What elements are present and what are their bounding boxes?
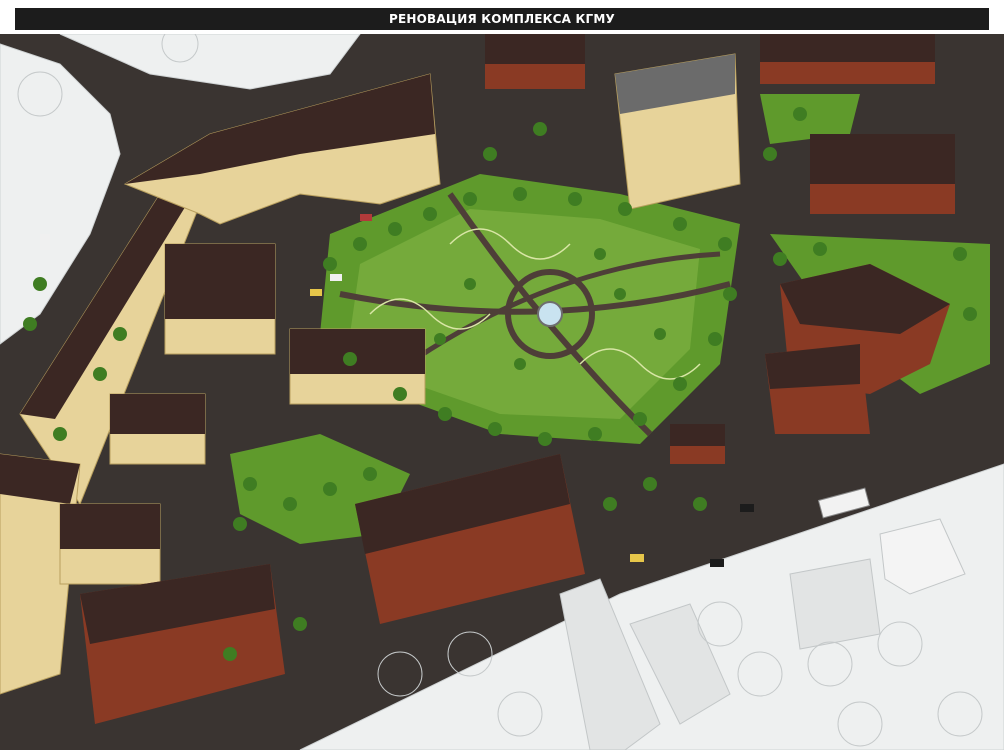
fountain-icon bbox=[537, 301, 563, 327]
tower-building bbox=[614, 53, 741, 210]
page-title: РЕНОВАЦИЯ КОМПЛЕКСА КГМУ bbox=[15, 8, 989, 30]
page: РЕНОВАЦИЯ КОМПЛЕКСА КГМУ bbox=[0, 0, 1004, 750]
aerial-rendering bbox=[0, 34, 1004, 750]
aerial-rendering-svg bbox=[0, 34, 1004, 750]
